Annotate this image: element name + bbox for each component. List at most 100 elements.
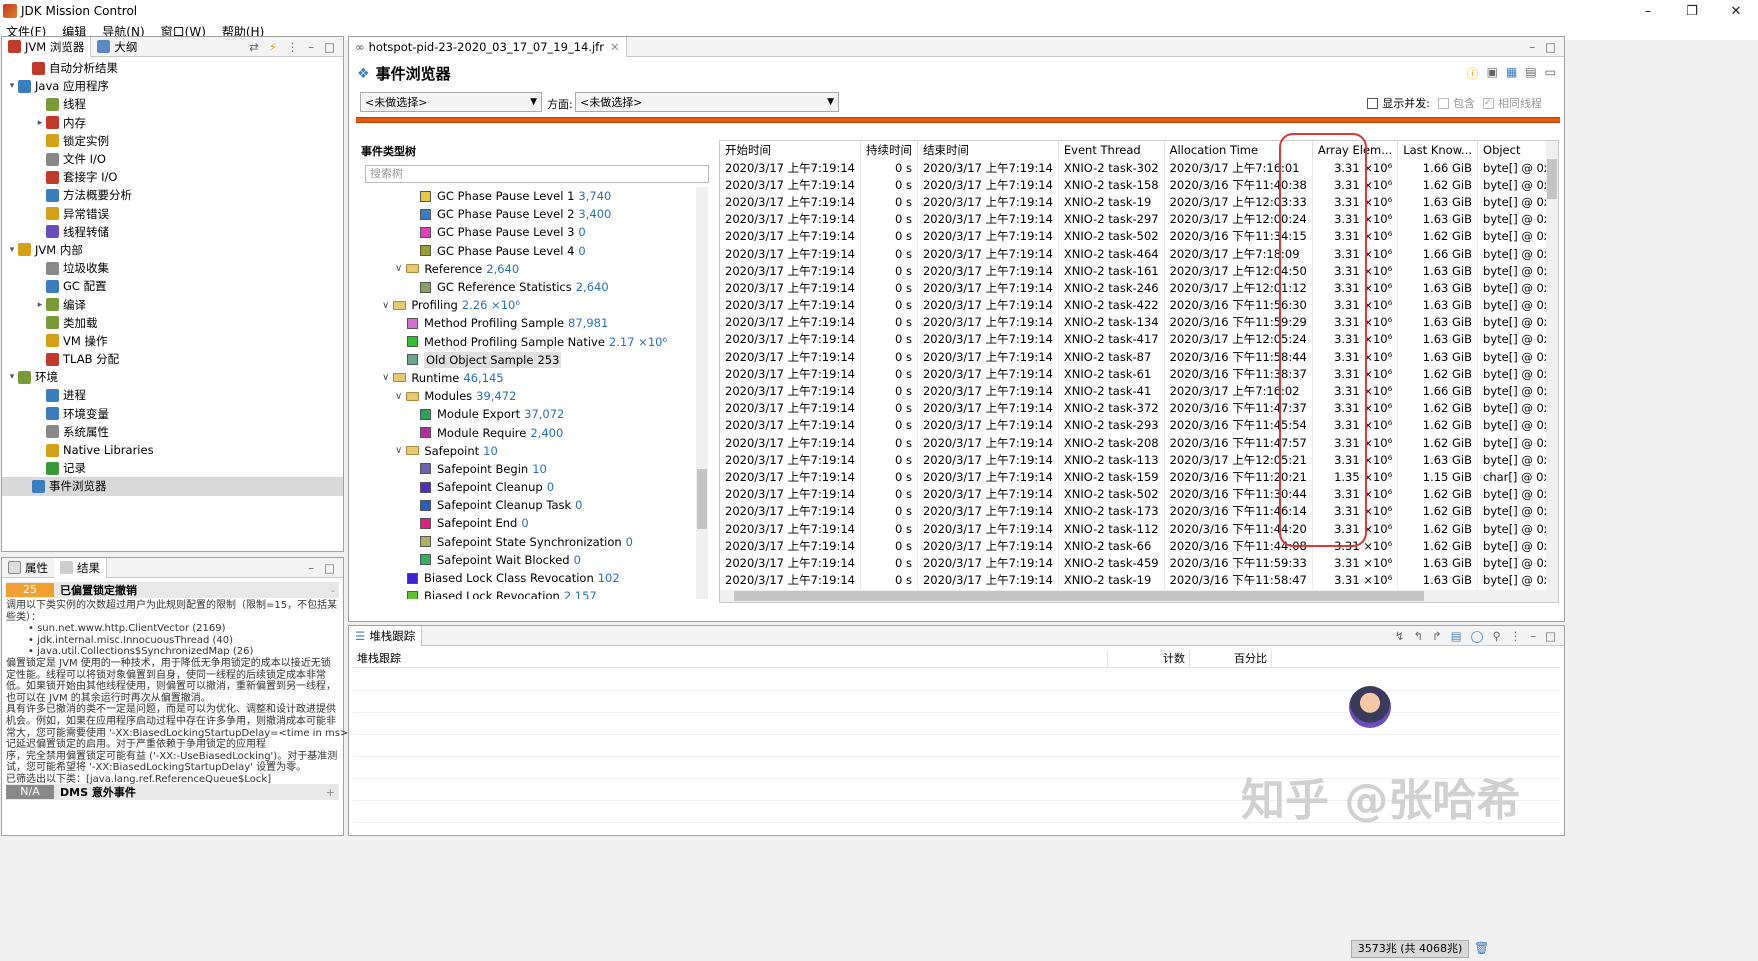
jvm-tree-item[interactable]: 记录: [2, 459, 343, 477]
event-type-item[interactable]: GC Phase Pause Level 2 3,400: [361, 205, 695, 223]
jvm-tree-item[interactable]: TLAB 分配: [2, 350, 343, 368]
event-type-item[interactable]: Biased Lock Revocation 2,157: [361, 587, 695, 599]
column-header-last-known-heap[interactable]: Last Know...: [1397, 141, 1479, 159]
jvm-tree-item[interactable]: 类加载: [2, 314, 343, 332]
maximize-editor-icon[interactable]: □: [1545, 40, 1556, 54]
flight-recorder-icon[interactable]: ⚡: [269, 40, 277, 54]
expand-arrow-icon[interactable]: ▾: [6, 81, 18, 91]
event-type-item[interactable]: GC Reference Statistics 2,640: [361, 278, 695, 296]
event-type-item[interactable]: GC Phase Pause Level 1 3,740: [361, 187, 695, 205]
tab-jvm-browser[interactable]: JVM 浏览器: [2, 36, 92, 57]
collapse-arrow-icon[interactable]: ▸: [34, 300, 46, 310]
column-header-start-time[interactable]: 开始时间: [720, 141, 861, 159]
event-tree-folder[interactable]: ∨ Runtime 46,145: [361, 369, 695, 387]
event-type-item[interactable]: Safepoint Cleanup Task 0: [361, 496, 695, 514]
table-row[interactable]: 2020/3/17 上午7:19:14 0 s 2020/3/17 上午7:19:1…: [720, 554, 1558, 572]
event-type-item[interactable]: Module Require 2,400: [361, 423, 695, 441]
show-concurrent-checkbox[interactable]: [1367, 97, 1379, 109]
table-row[interactable]: 2020/3/17 上午7:19:14 0 s 2020/3/17 上午7:19:1…: [720, 399, 1558, 417]
table-vscroll-thumb[interactable]: [1547, 159, 1557, 199]
close-tab-icon[interactable]: ✕: [610, 40, 620, 54]
tab-properties[interactable]: 属性: [2, 558, 54, 578]
heap-status[interactable]: 3573兆 (共 4068兆): [1351, 940, 1469, 958]
table-vscrollbar[interactable]: [1546, 141, 1558, 602]
jvm-tree-item[interactable]: ▸ 内存: [2, 114, 343, 132]
jvm-tree-item[interactable]: 自动分析结果: [2, 59, 343, 77]
table-row[interactable]: 2020/3/17 上午7:19:14 0 s 2020/3/17 上午7:19:1…: [720, 159, 1558, 177]
tab-stack-trace[interactable]: ☰ 堆栈跟踪: [349, 625, 423, 646]
frames-icon[interactable]: ↱: [1432, 629, 1442, 643]
event-type-item[interactable]: Safepoint Cleanup 0: [361, 478, 695, 496]
jvm-tree-item[interactable]: 事件浏览器: [2, 477, 343, 496]
table-row[interactable]: 2020/3/17 上午7:19:14 0 s 2020/3/17 上午7:19:1…: [720, 537, 1558, 555]
column-header-event-thread[interactable]: Event Thread: [1058, 141, 1165, 159]
jvm-tree-item[interactable]: 线程: [2, 95, 343, 113]
table-row[interactable]: 2020/3/17 上午7:19:14 0 s 2020/3/17 上午7:19:1…: [720, 330, 1558, 349]
collapse-result-icon[interactable]: -: [331, 584, 339, 597]
table-row[interactable]: 2020/3/17 上午7:19:14 0 s 2020/3/17 上午7:19:1…: [720, 193, 1558, 211]
maximize-stack-icon[interactable]: □: [1545, 629, 1556, 643]
table-row[interactable]: 2020/3/17 上午7:19:14 0 s 2020/3/17 上午7:19:1…: [720, 279, 1558, 297]
table-hscrollbar[interactable]: [720, 590, 1546, 602]
tree-scrollbar-thumb[interactable]: [697, 469, 707, 529]
maximize-results-icon[interactable]: □: [324, 561, 335, 575]
timeline-bar[interactable]: [356, 117, 1560, 123]
dms-result-header[interactable]: N/A DMS 意外事件 +: [6, 784, 339, 800]
table-row[interactable]: 2020/3/17 上午7:19:14 0 s 2020/3/17 上午7:19:1…: [720, 244, 1558, 263]
aspect-select[interactable]: <未做选择> ▼: [575, 92, 839, 112]
event-tree-folder[interactable]: ∨ Modules 39,472: [361, 387, 695, 405]
tab-results[interactable]: 结果: [54, 557, 107, 578]
result-header[interactable]: 25 已偏置锁定撤销 -: [6, 582, 339, 598]
jvm-tree-item[interactable]: Native Libraries: [2, 441, 343, 459]
jvm-tree-item[interactable]: 环境变量: [2, 405, 343, 423]
expand-arrow-icon[interactable]: ∨: [395, 263, 402, 274]
maximize-panel-icon[interactable]: □: [324, 40, 335, 54]
table-row[interactable]: 2020/3/17 上午7:19:14 0 s 2020/3/17 上午7:19:1…: [720, 382, 1558, 400]
event-type-item[interactable]: Safepoint Begin 10: [361, 460, 695, 478]
jvm-tree-item[interactable]: 文件 I/O: [2, 150, 343, 168]
stack-menu-icon[interactable]: ⋮: [1510, 629, 1522, 643]
event-type-item[interactable]: GC Phase Pause Level 40: [361, 242, 695, 260]
event-type-item[interactable]: Old Object Sample 253: [361, 351, 695, 369]
search-icon[interactable]: ⚲: [1492, 629, 1500, 643]
minimize-button[interactable]: –: [1626, 0, 1670, 22]
column-header-end-time[interactable]: 结束时间: [917, 141, 1059, 159]
expand-arrow-icon[interactable]: ▾: [6, 372, 18, 382]
collapse-arrow-icon[interactable]: ▸: [34, 118, 46, 128]
expand-arrow-icon[interactable]: ▾: [6, 245, 18, 255]
expand-arrow-icon[interactable]: ∨: [382, 372, 389, 383]
table-row[interactable]: 2020/3/17 上午7:19:14 0 s 2020/3/17 上午7:19:1…: [720, 416, 1558, 434]
jvm-tree-item[interactable]: 方法概要分析: [2, 186, 343, 204]
table-row[interactable]: 2020/3/17 上午7:19:14 0 s 2020/3/17 上午7:19:1…: [720, 348, 1558, 366]
table-row[interactable]: 2020/3/17 上午7:19:14 0 s 2020/3/17 上午7:19:1…: [720, 210, 1558, 228]
view-menu-icon[interactable]: ⋮: [287, 40, 299, 54]
expand-arrow-icon[interactable]: ∨: [395, 445, 402, 456]
table-row[interactable]: 2020/3/17 上午7:19:14 0 s 2020/3/17 上午7:19:1…: [720, 571, 1558, 589]
table-row[interactable]: 2020/3/17 上午7:19:14 0 s 2020/3/17 上午7:19:1…: [720, 502, 1558, 520]
connect-icon[interactable]: ⇄: [249, 40, 259, 54]
jvm-tree-item[interactable]: ▸ 编译: [2, 295, 343, 313]
event-type-item[interactable]: Method Profiling Sample Native 2.17 ×10⁶: [361, 333, 695, 351]
jvm-tree-item[interactable]: 系统属性: [2, 423, 343, 441]
expand-arrow-icon[interactable]: ∨: [395, 391, 402, 402]
event-type-item[interactable]: Biased Lock Class Revocation 102: [361, 569, 695, 587]
search-tree-input[interactable]: 搜索树: [365, 165, 709, 183]
table-row[interactable]: 2020/3/17 上午7:19:14 0 s 2020/3/17 上午7:19:1…: [720, 296, 1558, 314]
minimize-stack-icon[interactable]: –: [1530, 629, 1536, 643]
close-button[interactable]: ✕: [1714, 0, 1758, 22]
tab-jfr-file[interactable]: ∞ hotspot-pid-23-2020_03_17_07_19_14.jfr ✕: [349, 36, 627, 57]
screenshot-icon[interactable]: ▣: [1487, 65, 1498, 82]
table-row[interactable]: 2020/3/17 上午7:19:14 0 s 2020/3/17 上午7:19:1…: [720, 468, 1558, 486]
event-tree-folder[interactable]: ∨ Reference 2,640: [361, 260, 695, 278]
same-thread-checkbox[interactable]: ✓: [1483, 97, 1494, 109]
jvm-tree-item[interactable]: 套接字 I/O: [2, 168, 343, 186]
minimize-panel-icon[interactable]: –: [308, 40, 314, 54]
group-icon[interactable]: ↯: [1395, 629, 1405, 643]
tab-outline[interactable]: 大纲: [91, 37, 143, 57]
table-row[interactable]: 2020/3/17 上午7:19:14 0 s 2020/3/17 上午7:19:1…: [720, 262, 1558, 280]
table-row[interactable]: 2020/3/17 上午7:19:14 0 s 2020/3/17 上午7:19:1…: [720, 485, 1558, 503]
jvm-tree-item[interactable]: GC 配置: [2, 277, 343, 295]
filter-select[interactable]: <未做选择> ▼: [360, 92, 542, 112]
table-row[interactable]: 2020/3/17 上午7:19:14 0 s 2020/3/17 上午7:19:1…: [720, 227, 1558, 245]
restore-button[interactable]: ❐: [1670, 0, 1714, 22]
